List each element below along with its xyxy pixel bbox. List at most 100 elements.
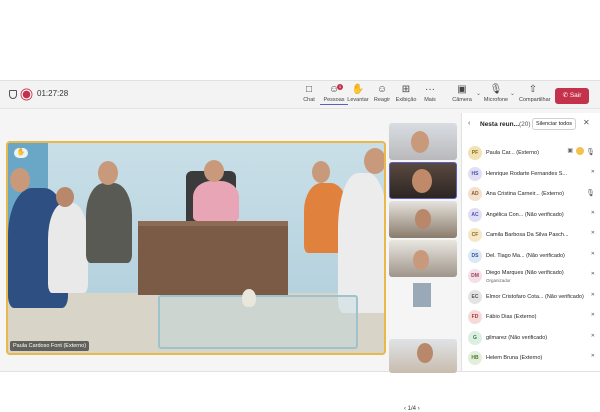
mic-off-icon[interactable]: ✕ [591,210,595,216]
more-button[interactable]: ··· Mais [416,84,444,108]
mic-off-icon[interactable]: ✕ [591,169,595,175]
participant-tag: (Externo) [516,150,539,156]
mic-off-icon[interactable]: ✕ [591,333,595,339]
participant-name-text: Paula Car... [486,150,515,156]
participant-name: Diego Marques (Não verificado) [486,270,564,276]
video-person [48,203,88,293]
video-person [193,181,239,221]
participant-row[interactable]: Ggilmarez (Não verificado) ✕ [462,329,600,349]
chat-icon: □ [305,84,313,95]
meeting-toolbar: 01:27:28 □ Chat ☺ 1 Pessoas ✋ Levantar ☺… [0,81,600,109]
participant-thumbnail[interactable] [389,123,457,160]
participant-name-text: Helem Bruna (Externo) [486,355,543,361]
participant-name: Paula Car... (Externo) [486,150,539,156]
participant-tag: (Externo) [541,191,564,197]
recording-icon [22,90,31,99]
participant-row[interactable]: AC Angélica Con... (Não verificado) ✕ [462,206,600,226]
participant-thumbnail[interactable] [389,279,457,309]
video-coffee-table [158,295,358,349]
mic-icon[interactable]: 🎙 [586,148,595,156]
self-view-thumbnail[interactable] [389,339,457,373]
video-person-head [98,161,118,185]
thumbnail-pager: ‹ 1/4 › [404,406,420,412]
participant-name-text: Diego Marques (Não verificado) [486,270,564,276]
participant-name: Fábio Dias (Externo) [486,314,536,320]
chevron-left-icon[interactable]: ‹ [404,406,406,412]
mic-off-icon[interactable]: ✕ [591,251,595,257]
people-badge: 1 [337,84,343,90]
participant-row[interactable]: HB Helem Bruna (Externo) ✕ [462,349,600,369]
participant-name: Elmor Cristofaro Cota... (Não verificado… [486,294,584,300]
chevron-down-icon[interactable]: ⌄ [476,90,481,97]
video-person [86,183,132,263]
avatar: AD [468,187,482,201]
mic-off-icon[interactable]: ✕ [591,292,595,298]
thumbnail-face [412,169,432,193]
pager-label: 1/4 [407,406,417,412]
close-icon[interactable]: ✕ [583,118,590,127]
participant-name: Del. Tiago Ma... (Não verificado) [486,253,565,259]
avatar: EC [468,289,482,304]
avatar: PF [468,146,482,160]
more-icon: ··· [425,84,435,95]
mute-all-button[interactable]: Silenciar todos [532,118,576,130]
participant-row[interactable]: DS Del. Tiago Ma... (Não verificado) ✕ [462,247,600,267]
mic-off-icon[interactable]: ✕ [591,230,595,236]
participant-name: Angélica Con... (Não verificado) [486,212,564,218]
avatar: HS [468,166,482,181]
participant-name-text: Henrique Rodarte Fernandes S... [486,170,568,177]
participant-name-text: Del. Tiago Ma... [486,252,525,259]
main-video-stage[interactable]: ✋ Paula Cardoso Font (Externo) [6,141,386,355]
mic-off-icon[interactable]: ✕ [591,312,595,318]
share-icon: ⇧ [528,84,538,95]
leave-label: Sair [569,92,582,99]
chat-label: Chat [303,97,315,103]
participant-row[interactable]: HS Henrique Rodarte Fernandes S... ✕ [462,165,600,185]
participant-name: Henrique Rodarte Fernandes S... [486,171,567,177]
camera-button[interactable]: ▣ Câmera ⌄ [448,84,481,108]
participant-name-text: Elmor Cristofaro Cota... [486,293,544,300]
participant-row[interactable]: FD Fábio Dias (Externo) ✕ [462,308,600,328]
chevron-right-icon[interactable]: › [418,406,420,412]
thumbnail-face [413,250,429,270]
participant-row[interactable]: DM Diego Marques (Não verificado) Organiza… [462,267,600,287]
video-person-head [204,160,224,182]
mic-off-icon[interactable]: ✕ [591,353,595,359]
participant-name-text: Fábio Dias (Externo) [486,314,537,320]
share-button[interactable]: ⇧ Compartilhar [519,84,550,108]
shield-icon [9,90,17,99]
participant-thumbnail[interactable] [389,201,457,238]
video-person-head [364,148,384,174]
chevron-left-icon[interactable]: ‹ [468,120,470,127]
raised-hand-icon [576,147,584,155]
more-label: Mais [424,97,436,103]
participant-name-text: gilmarez (Não verificado) [486,334,548,341]
thumbnail-photo [413,283,431,307]
participant-tag: (Não verificado) [526,252,565,259]
participant-role: Organizador [486,278,511,283]
video-person-head [312,161,330,183]
stage-name-tag: Paula Cardoso Font (Externo) [10,341,90,351]
participant-row[interactable]: CF Camila Barbosa Da Silva Pasch... ✕ [462,226,600,246]
leave-button[interactable]: ✆ Sair [555,88,589,104]
thumbnail-face [417,343,433,363]
panel-title: Nesta reun... [480,121,520,128]
mic-off-icon[interactable]: ✕ [591,271,595,277]
participant-row[interactable]: AD Ana Cristina Carneir... (Externo) 🎙 [462,185,600,205]
participant-thumbnail[interactable] [389,240,457,277]
participant-row[interactable]: PF Paula Car... (Externo) ▣ 🎙 [462,144,600,164]
avatar: CF [468,228,482,242]
participant-tag: (Não verificado) [524,211,564,218]
participant-thumbnail[interactable] [389,162,457,199]
mic-off-icon: 🎙 [489,84,503,95]
camera-label: Câmera [452,97,472,103]
chat-button[interactable]: □ Chat [295,84,323,108]
participant-row[interactable]: EC Elmor Cristofaro Cota... (Não verifica… [462,288,600,308]
microphone-button[interactable]: 🎙 Microfone ⌄ [482,84,515,108]
avatar: FD [468,310,482,324]
thumbnail-face [415,209,431,229]
participant-name-text: Angélica Con... [486,211,524,218]
mic-icon[interactable]: 🎙 [586,189,595,197]
chevron-down-icon[interactable]: ⌄ [510,90,515,97]
screen-share-icon: ▣ [567,148,573,154]
